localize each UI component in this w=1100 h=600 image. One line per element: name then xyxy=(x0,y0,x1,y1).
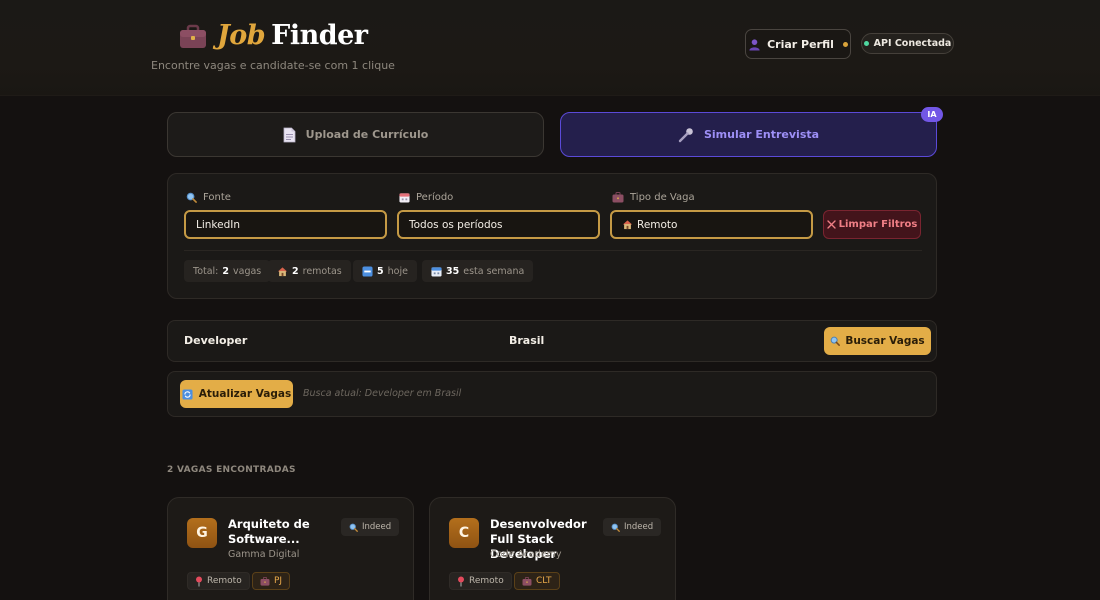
document-icon xyxy=(283,127,296,143)
create-profile-button[interactable]: Criar Perfil xyxy=(745,29,851,59)
period-select-value: Todos os períodos xyxy=(409,218,503,231)
source-badge: Indeed xyxy=(603,518,662,536)
api-status-badge: API Conectada xyxy=(861,33,954,54)
user-icon xyxy=(748,38,761,51)
tab-upload-resume[interactable]: Upload de Currículo xyxy=(167,112,544,157)
location-tag: Remoto xyxy=(187,572,250,590)
company-name: Code Academy xyxy=(490,549,562,560)
results-count: 2 VAGAS ENCONTRADAS xyxy=(167,465,296,475)
api-status-label: API Conectada xyxy=(873,38,952,49)
job-type-select-value: Remoto xyxy=(637,218,678,231)
company-logo: C xyxy=(449,518,479,548)
refresh-jobs-label: Atualizar Vagas xyxy=(198,388,292,400)
search-icon xyxy=(186,192,197,203)
search-icon xyxy=(611,523,620,532)
source-badge: Indeed xyxy=(341,518,400,536)
source-select-value: LinkedIn xyxy=(196,218,241,231)
briefcase-icon xyxy=(260,576,270,586)
briefcase-icon xyxy=(178,21,208,51)
source-select[interactable]: LinkedIn xyxy=(184,210,387,239)
stat-remote: 2 remotas xyxy=(268,260,351,282)
filter-source-label: Fonte xyxy=(186,192,231,203)
briefcase-icon xyxy=(612,192,624,203)
search-bar: Developer Brasil Buscar Vagas xyxy=(167,320,937,362)
api-status-dot xyxy=(863,41,869,46)
role-input[interactable]: Developer xyxy=(184,334,247,347)
tagline: Encontre vagas e candidate-se com 1 cliq… xyxy=(151,59,395,72)
current-search-text: Busca atual: Developer em Brasil xyxy=(303,388,462,399)
calendar-icon xyxy=(431,266,442,277)
tab-simulate-interview[interactable]: Simular Entrevista xyxy=(560,112,937,157)
close-icon xyxy=(826,220,836,229)
search-icon xyxy=(830,336,841,346)
app-header: Job Finder Encontre vagas e candidate-se … xyxy=(0,0,1100,96)
search-icon xyxy=(349,523,358,532)
period-select[interactable]: Todos os períodos xyxy=(397,210,600,239)
job-card[interactable]: C Desenvolvedor Full Stack Developer Cod… xyxy=(429,497,676,600)
refresh-bar: Atualizar Vagas Busca atual: Developer e… xyxy=(167,371,937,417)
location-input[interactable]: Brasil xyxy=(509,334,544,347)
pin-icon xyxy=(195,576,203,587)
job-title: Arquiteto de Software... xyxy=(228,517,310,546)
profile-status-dot xyxy=(842,41,848,47)
company-logo: G xyxy=(187,518,217,548)
tab-upload-label: Upload de Currículo xyxy=(305,128,429,141)
stat-today: 5 hoje xyxy=(353,260,417,282)
pin-icon xyxy=(457,576,465,587)
create-profile-label: Criar Perfil xyxy=(767,37,834,51)
filters-divider xyxy=(184,250,922,251)
company-name: Gamma Digital xyxy=(228,549,300,560)
search-jobs-button[interactable]: Buscar Vagas xyxy=(824,327,931,355)
job-card[interactable]: G Arquiteto de Software... Gamma Digital… xyxy=(167,497,414,600)
logo-word-finder: Finder xyxy=(271,20,368,51)
stat-week: 35 esta semana xyxy=(422,260,534,282)
search-jobs-label: Buscar Vagas xyxy=(845,335,925,347)
clear-filters-button[interactable]: Limpar Filtros xyxy=(823,210,921,239)
app-logo[interactable]: Job Finder xyxy=(178,20,368,52)
house-icon xyxy=(622,219,633,230)
filter-job-type-label: Tipo de Vaga xyxy=(612,192,695,203)
location-tag: Remoto xyxy=(449,572,512,590)
house-icon xyxy=(277,266,288,277)
new-icon xyxy=(362,265,373,277)
job-type-select[interactable]: Remoto xyxy=(610,210,813,239)
refresh-jobs-button[interactable]: Atualizar Vagas xyxy=(180,380,293,408)
ai-badge: IA xyxy=(921,107,943,122)
filters-panel: Fonte Período Tipo de Vaga LinkedIn Todo… xyxy=(167,173,937,299)
contract-tag: PJ xyxy=(252,572,291,590)
briefcase-icon xyxy=(522,576,532,586)
refresh-icon xyxy=(182,388,193,400)
stat-total: Total: 2 vagas xyxy=(184,260,271,282)
clear-filters-label: Limpar Filtros xyxy=(838,219,918,230)
microphone-icon xyxy=(678,127,694,143)
tab-interview-label: Simular Entrevista xyxy=(703,128,820,141)
calendar-icon xyxy=(399,192,410,203)
contract-tag: CLT xyxy=(514,572,560,590)
logo-word-job: Job xyxy=(217,20,266,51)
filter-period-label: Período xyxy=(399,192,453,203)
